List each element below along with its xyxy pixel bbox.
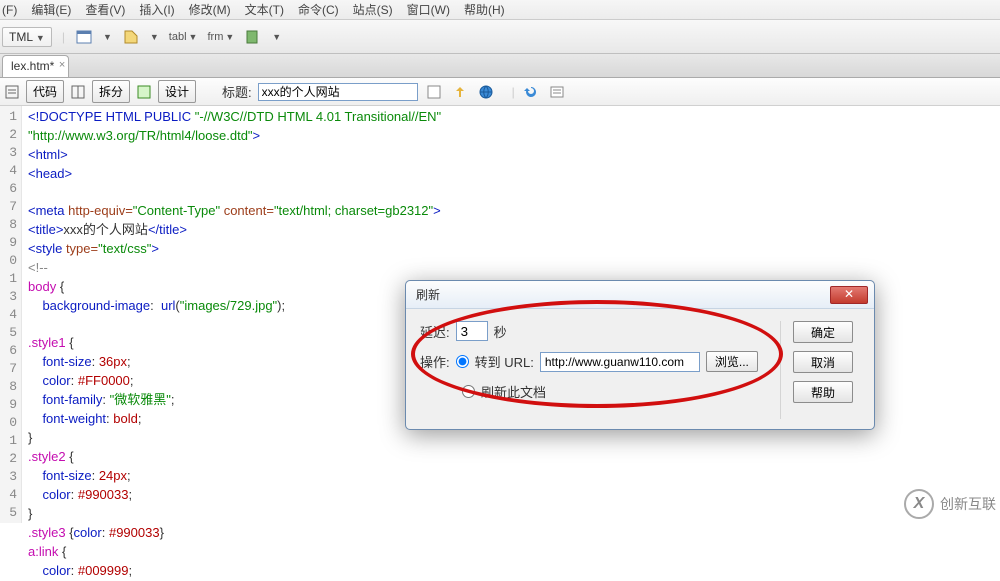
refresh-icon[interactable]: [521, 82, 541, 102]
chevron-down-icon[interactable]: ▼: [150, 32, 159, 42]
title-label: 标题:: [222, 82, 252, 101]
menu-site[interactable]: 站点(S): [353, 1, 393, 18]
split-icon[interactable]: [70, 84, 86, 100]
dialog-title-text: 刷新: [416, 286, 830, 303]
document-sub-toolbar: 代码 拆分 设计 标题: |: [0, 78, 1000, 106]
refresh-doc-label: 刷新此文档: [481, 382, 546, 401]
upload-icon[interactable]: [450, 82, 470, 102]
format-category[interactable]: TML ▼: [2, 27, 52, 47]
watermark-text: 创新互联: [940, 494, 996, 514]
globe-icon[interactable]: [476, 82, 496, 102]
help-button[interactable]: 帮助: [793, 381, 853, 403]
book-icon[interactable]: [244, 28, 262, 46]
delay-label: 延迟:: [420, 322, 450, 341]
line-number-gutter: 1 2 3 4 6 7 8 9 0 1 3 4 5 6 7 8 9 0 1 2 …: [0, 106, 22, 523]
watermark-logo: X: [904, 489, 934, 519]
document-tab-strip: lex.htm* ×: [0, 54, 1000, 78]
close-icon[interactable]: ×: [59, 59, 65, 71]
menu-window[interactable]: 窗口(W): [407, 1, 450, 18]
code-view-button[interactable]: 代码: [26, 80, 64, 103]
design-view-button[interactable]: 设计: [158, 80, 196, 103]
close-button[interactable]: ✕: [830, 286, 868, 304]
menu-help[interactable]: 帮助(H): [464, 1, 505, 18]
url-input[interactable]: [540, 352, 700, 372]
menu-view[interactable]: 查看(V): [85, 1, 125, 18]
watermark: X 创新互联: [904, 489, 996, 519]
refresh-dialog: 刷新 ✕ 延迟: 秒 操作: 转到 URL: 浏览... 刷新此文档 确定: [405, 280, 875, 430]
menu-command[interactable]: 命令(C): [298, 1, 339, 18]
menu-modify[interactable]: 修改(M): [189, 1, 231, 18]
delay-input[interactable]: [456, 321, 488, 341]
browse-button[interactable]: 浏览...: [706, 351, 758, 372]
goto-url-radio[interactable]: [456, 355, 469, 368]
chevron-down-icon[interactable]: ▼: [272, 32, 281, 42]
properties-icon[interactable]: [424, 82, 444, 102]
goto-url-label: 转到 URL:: [475, 352, 534, 371]
frm-combo[interactable]: frm ▼: [207, 31, 234, 43]
tag-icon[interactable]: [122, 28, 140, 46]
menu-edit[interactable]: 编辑(E): [31, 1, 71, 18]
cancel-button[interactable]: 取消: [793, 351, 853, 373]
calendar-icon[interactable]: [75, 28, 93, 46]
code-collapse-icon[interactable]: [4, 84, 20, 100]
menu-bar: (F) 编辑(E) 查看(V) 插入(I) 修改(M) 文本(T) 命令(C) …: [0, 0, 1000, 20]
dialog-titlebar[interactable]: 刷新 ✕: [406, 281, 874, 309]
refresh-doc-radio[interactable]: [462, 385, 475, 398]
file-tab-label: lex.htm*: [11, 59, 54, 73]
insert-toolbar: TML ▼ | ▼ ▼ tabl ▼ frm ▼ ▼: [0, 20, 1000, 54]
options-icon[interactable]: [547, 82, 567, 102]
menu-text[interactable]: 文本(T): [245, 1, 284, 18]
chevron-down-icon[interactable]: ▼: [103, 32, 112, 42]
split-view-button[interactable]: 拆分: [92, 80, 130, 103]
ok-button[interactable]: 确定: [793, 321, 853, 343]
seconds-label: 秒: [494, 322, 507, 341]
file-tab[interactable]: lex.htm* ×: [2, 55, 69, 77]
action-label: 操作:: [420, 352, 450, 371]
design-icon[interactable]: [136, 84, 152, 100]
menu-insert[interactable]: 插入(I): [139, 1, 174, 18]
page-title-input[interactable]: [258, 83, 418, 101]
tabl-combo[interactable]: tabl ▼: [169, 31, 198, 43]
menu-file[interactable]: (F): [2, 3, 17, 17]
